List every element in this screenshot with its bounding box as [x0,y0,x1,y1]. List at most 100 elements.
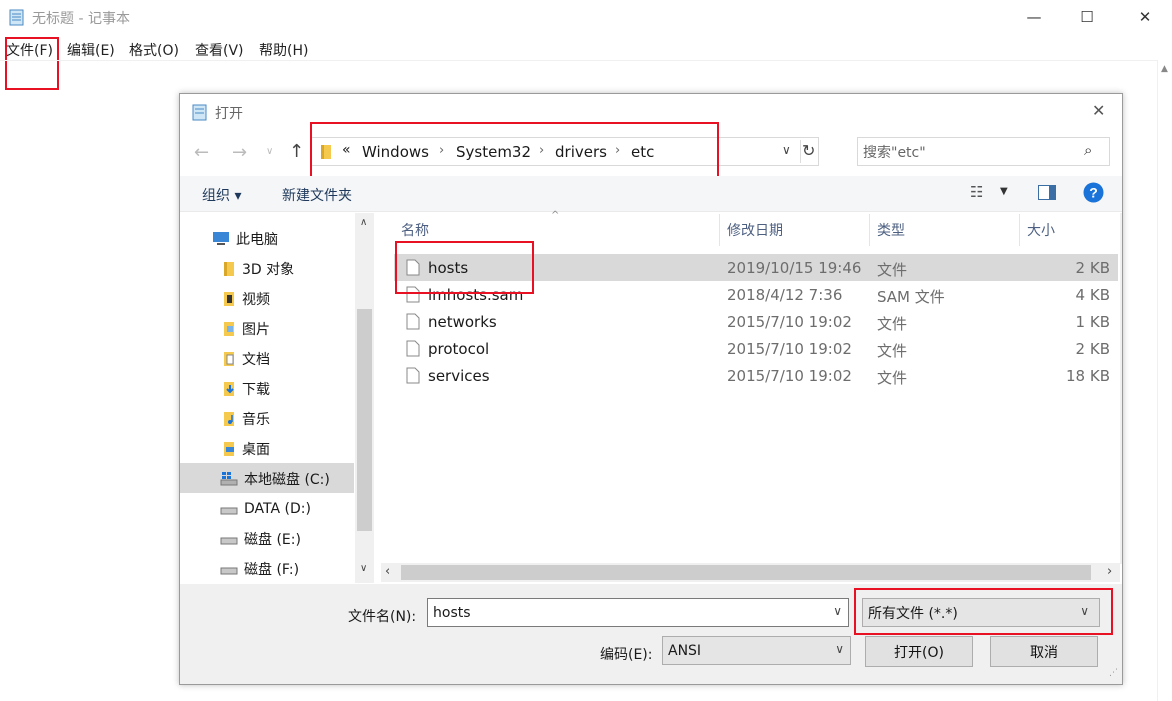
maximize-button[interactable]: ☐ [1064,0,1110,34]
svg-text:?: ? [1089,185,1098,201]
encoding-label: 编码(E): [600,647,653,663]
column-divider[interactable] [719,214,720,246]
filename-value: hosts [433,604,471,621]
drive-icon [220,567,238,575]
forward-arrow-icon[interactable]: → [232,142,247,163]
file-modified: 2015/7/10 19:02 [727,313,852,331]
filename-dropdown-chevron-icon[interactable]: ∨ [833,604,842,618]
view-dropdown-chevron-icon[interactable]: ▼ [1000,186,1008,197]
list-edge [1120,213,1122,564]
hscroll-thumb[interactable] [401,565,1091,580]
search-icon[interactable]: ⌕ [1084,141,1092,159]
highlight-box-file-menu [5,37,59,90]
file-row-networks[interactable]: networks 2015/7/10 19:02 文件 1 KB [394,308,1118,335]
file-row-protocol[interactable]: protocol 2015/7/10 19:02 文件 2 KB [394,335,1118,362]
highlight-box-filetype [854,588,1113,635]
file-type: 文件 [877,369,908,387]
address-divider [800,140,801,163]
file-modified: 2019/10/15 19:46 [727,259,862,277]
scroll-up-icon[interactable]: ▲ [1161,64,1168,74]
open-dialog: 打开 ✕ ← → ∨ ↑ « Windows › System32 › driv… [179,93,1123,685]
scroll-up-chevron-icon[interactable]: ∧ [360,217,367,228]
dialog-notepad-icon [192,104,207,121]
file-icon [406,340,420,357]
file-size: 1 KB [1075,313,1110,331]
column-header-size[interactable]: 大小 [1027,220,1055,240]
editor-scrollbar[interactable]: ▲ [1157,60,1172,701]
column-header-modified[interactable]: 修改日期 [727,220,783,240]
highlight-box-hosts [395,241,534,294]
scroll-right-chevron-icon[interactable]: › [1107,564,1112,579]
resize-grip-icon[interactable]: ⋰ [1109,668,1118,678]
folder-downloads-icon [224,382,234,396]
sort-ascending-icon: ^ [551,210,560,221]
file-list-hscrollbar[interactable]: ‹ › [381,563,1120,582]
file-row-services[interactable]: services 2015/7/10 19:02 文件 18 KB [394,362,1118,389]
nav-scroll-thumb[interactable] [357,309,372,531]
file-icon [406,367,420,384]
organize-button[interactable]: 组织 ▾ [202,185,241,205]
column-header-type[interactable]: 类型 [877,220,905,240]
new-folder-button[interactable]: 新建文件夹 [282,185,352,205]
view-options-icon[interactable]: ☷ [970,183,983,201]
file-size: 2 KB [1075,259,1110,277]
nav-scrollbar[interactable]: ∧ ∨ [355,213,374,583]
menu-divider [0,60,1157,61]
column-divider[interactable] [1019,214,1020,246]
encoding-dropdown-chevron-icon[interactable]: ∨ [835,642,844,656]
scroll-down-chevron-icon[interactable]: ∨ [360,563,367,574]
folder-video-icon [224,292,234,306]
help-icon[interactable]: ? [1083,182,1104,203]
recent-locations-chevron-icon[interactable]: ∨ [266,146,273,157]
folder-music-icon [224,412,234,426]
menu-format[interactable]: 格式(O) [129,40,179,60]
up-arrow-icon[interactable]: ↑ [289,141,304,162]
dialog-footer: 文件名(N): hosts ∨ 所有文件 (*.*) ∨ 编码(E): ANSI… [180,584,1122,684]
folder-documents-icon [224,352,234,366]
dialog-close-icon[interactable]: ✕ [1092,101,1105,120]
search-input[interactable]: 搜索"etc" ⌕ [857,137,1110,166]
file-size: 2 KB [1075,340,1110,358]
cancel-button[interactable]: 取消 [990,636,1098,667]
column-header-name[interactable]: 名称 [401,220,429,240]
file-type: SAM 文件 [877,288,945,306]
close-window-button[interactable]: ✕ [1122,0,1168,34]
file-size: 18 KB [1066,367,1110,385]
file-type: 文件 [877,261,908,279]
file-modified: 2018/4/12 7:36 [727,286,843,304]
computer-icon [213,232,229,245]
scroll-left-chevron-icon[interactable]: ‹ [385,564,390,579]
file-icon [406,313,420,330]
dialog-toolbar: 组织 ▾ 新建文件夹 ☷ ▼ ? [180,176,1122,212]
folder-desktop-icon [224,442,234,456]
preview-pane-icon[interactable] [1038,185,1056,200]
encoding-value: ANSI [668,642,702,659]
drive-c-icon [220,472,238,486]
filename-input[interactable]: hosts ∨ [427,598,849,627]
notepad-titlebar: 无标题 - 记事本 — ☐ ✕ [0,0,1172,34]
file-name: services [428,367,490,385]
address-dropdown-chevron-icon[interactable]: ∨ [782,143,791,157]
file-size: 4 KB [1075,286,1110,304]
file-name: networks [428,313,497,331]
file-type: 文件 [877,315,908,333]
file-name: protocol [428,340,490,358]
menu-view[interactable]: 查看(V) [195,40,244,60]
navigation-pane: 此电脑 3D 对象 视频 图片 文档 下载 音乐 桌面 本地磁盘 (C:) DA… [180,213,375,583]
back-arrow-icon[interactable]: ← [194,142,209,163]
folder-3d-icon [224,262,234,276]
dialog-title: 打开 [215,106,243,122]
menu-edit[interactable]: 编辑(E) [67,40,115,60]
open-button[interactable]: 打开(O) [865,636,973,667]
folder-pictures-icon [224,322,234,336]
menu-help[interactable]: 帮助(H) [259,40,308,60]
file-type: 文件 [877,342,908,360]
file-modified: 2015/7/10 19:02 [727,367,852,385]
column-divider[interactable] [869,214,870,246]
minimize-button[interactable]: — [1011,0,1057,34]
encoding-select[interactable]: ANSI ∨ [662,636,851,665]
search-placeholder: 搜索"etc" [863,144,926,161]
refresh-icon[interactable]: ↻ [802,141,815,160]
drive-icon [220,537,238,545]
notepad-icon [9,9,24,26]
